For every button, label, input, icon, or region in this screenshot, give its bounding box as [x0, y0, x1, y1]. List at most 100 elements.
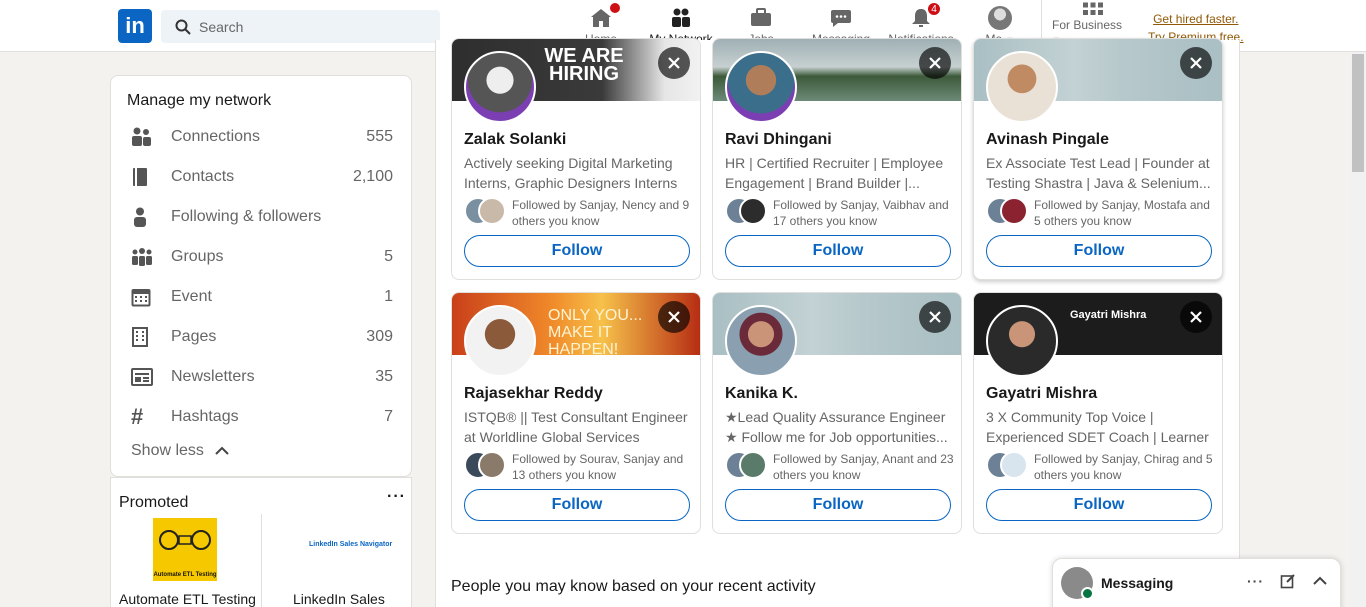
newspaper-icon [131, 368, 157, 386]
person-name[interactable]: Zalak Solanki [464, 131, 566, 149]
person-card[interactable]: Avinash Pingale Ex Associate Test Lead |… [973, 38, 1223, 280]
person-name[interactable]: Ravi Dhingani [725, 131, 832, 149]
messaging-widget[interactable]: Messaging ··· [1052, 558, 1341, 607]
mutual-followers: Followed by Sanjay, Vaibhav and 17 other… [725, 197, 955, 229]
get-hired-link[interactable]: Get hired faster. [1148, 10, 1244, 28]
people-icon [131, 127, 157, 147]
sidebar-item-pages[interactable]: Pages 309 [131, 317, 393, 357]
avatar [464, 51, 536, 123]
dismiss-button[interactable] [658, 47, 690, 79]
chevron-up-icon[interactable] [1312, 576, 1328, 586]
notification-count-badge: 4 [927, 2, 941, 16]
mutual-avatars [986, 451, 1030, 479]
scrollbar-thumb[interactable] [1352, 54, 1364, 172]
manage-network-panel: Manage my network Connections 555 Contac… [110, 75, 412, 477]
avatar [988, 6, 1012, 30]
sidebar-item-connections[interactable]: Connections 555 [131, 117, 393, 157]
person-name[interactable]: Gayatri Mishra [986, 385, 1097, 403]
search-input[interactable] [199, 18, 419, 35]
ad-caption[interactable]: LinkedIn Sales [293, 591, 385, 607]
sidebar-item-hashtags[interactable]: # Hashtags 7 [131, 397, 393, 437]
sidebar-item-groups[interactable]: Groups 5 [131, 237, 393, 277]
close-icon [1190, 57, 1202, 69]
mutual-followers: Followed by Sanjay, Chirag and 5 others … [986, 451, 1216, 483]
search-box[interactable] [161, 10, 440, 43]
close-icon [668, 311, 680, 323]
close-icon [668, 57, 680, 69]
messaging-actions: ··· [1247, 573, 1328, 589]
person-headline: Actively seeking Digital Marketing Inter… [464, 155, 678, 191]
compose-icon[interactable] [1280, 573, 1296, 589]
promoted-panel: Promoted ··· Automate ETL Testing Linked… [110, 477, 412, 607]
chevron-up-icon [215, 446, 229, 455]
person-headline: HR | Certified Recruiter | Employee Enga… [725, 155, 944, 191]
close-icon [929, 311, 941, 323]
dismiss-button[interactable] [919, 301, 951, 333]
sidebar-item-following[interactable]: Following & followers [131, 197, 393, 237]
dismiss-button[interactable] [658, 301, 690, 333]
person-headline: 3 X Community Top Voice | Experienced SD… [986, 409, 1209, 445]
building-icon [131, 327, 157, 347]
linkedin-logo[interactable]: in [118, 9, 152, 43]
gears-icon [159, 530, 211, 550]
group-icon [131, 247, 157, 267]
mutual-avatars [725, 197, 769, 225]
page-scrollbar[interactable] [1350, 52, 1366, 607]
person-card[interactable]: ONLY YOU... MAKE IT HAPPEN! Rajasekhar R… [451, 292, 701, 534]
avatar [986, 51, 1058, 123]
mutual-avatars [725, 451, 769, 479]
close-icon [1190, 311, 1202, 323]
person-headline: ★Lead Quality Assurance Engineer ★ Follo… [725, 409, 948, 445]
promoted-title: Promoted [119, 494, 189, 511]
person-card[interactable]: Kanika K. ★Lead Quality Assurance Engine… [712, 292, 962, 534]
avatar [725, 51, 797, 123]
mutual-avatars [464, 451, 508, 479]
dismiss-button[interactable] [1180, 301, 1212, 333]
dismiss-button[interactable] [919, 47, 951, 79]
more-options-icon[interactable]: ··· [387, 488, 406, 506]
close-icon [929, 57, 941, 69]
briefcase-icon [749, 6, 773, 30]
follow-button[interactable]: Follow [986, 489, 1212, 521]
mutual-followers: Followed by Sanjay, Anant and 23 others … [725, 451, 955, 483]
person-headline: ISTQB® || Test Consultant Engineer at Wo… [464, 409, 688, 445]
suggestions-panel: WE ARE HIRING Zalak Solanki Actively see… [435, 38, 1240, 607]
ad-image-etl[interactable]: Automate ETL Testing [153, 518, 217, 581]
person-name[interactable]: Rajasekhar Reddy [464, 385, 603, 403]
avatar [464, 305, 536, 377]
more-options-icon[interactable]: ··· [1247, 573, 1264, 589]
ad-image-sales-navigator[interactable]: LinkedIn Sales Navigator [309, 540, 392, 549]
sidebar-item-newsletters[interactable]: Newsletters 35 [131, 357, 393, 397]
people-icon [669, 6, 693, 30]
mutual-followers: Followed by Sanjay, Mostafa and 5 others… [986, 197, 1216, 229]
follow-button[interactable]: Follow [725, 489, 951, 521]
ad-caption[interactable]: Automate ETL Testing [119, 591, 256, 607]
person-name[interactable]: Avinash Pingale [986, 131, 1109, 149]
sidebar-item-contacts[interactable]: Contacts 2,100 [131, 157, 393, 197]
mutual-avatars [464, 197, 508, 225]
mutual-followers: Followed by Sanjay, Nency and 9 others y… [464, 197, 694, 229]
contact-book-icon [131, 167, 157, 187]
bell-icon: 4 [909, 2, 941, 30]
person-card[interactable]: Gayatri Mishra Gayatri Mishra 3 X Commun… [973, 292, 1223, 534]
grid-icon [1082, 0, 1104, 16]
follow-button[interactable]: Follow [464, 235, 690, 267]
show-less-button[interactable]: Show less [131, 442, 230, 460]
person-card[interactable]: Ravi Dhingani HR | Certified Recruiter |… [712, 38, 962, 280]
person-name[interactable]: Kanika K. [725, 385, 798, 403]
avatar [725, 305, 797, 377]
mutual-followers: Followed by Sourav, Sanjay and 13 others… [464, 451, 694, 483]
hashtag-icon: # [131, 404, 144, 429]
avatar [1061, 567, 1094, 600]
sidebar-item-event[interactable]: Event 1 [131, 277, 393, 317]
divider [261, 514, 262, 607]
follow-button[interactable]: Follow [464, 489, 690, 521]
follow-button[interactable]: Follow [725, 235, 951, 267]
dismiss-button[interactable] [1180, 47, 1212, 79]
notification-dot [609, 2, 621, 14]
person-headline: Ex Associate Test Lead | Founder at Test… [986, 155, 1211, 191]
person-card[interactable]: WE ARE HIRING Zalak Solanki Actively see… [451, 38, 701, 280]
follow-button[interactable]: Follow [986, 235, 1212, 267]
calendar-icon [131, 287, 157, 307]
avatar [986, 305, 1058, 377]
